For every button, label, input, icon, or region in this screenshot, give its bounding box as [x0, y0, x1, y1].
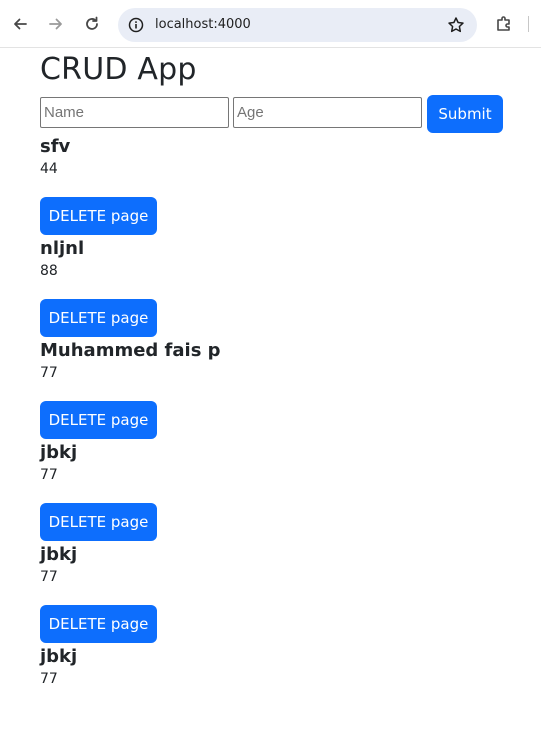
name-input[interactable] [40, 97, 229, 128]
page-title: CRUD App [40, 52, 197, 87]
list-item: jbkj 77 [40, 645, 510, 747]
list-item: nljnl 88 DELETE page [40, 237, 510, 339]
record-age: 88 [40, 263, 58, 279]
browser-toolbar: localhost:4000 [0, 0, 541, 48]
record-name: jbkj [40, 442, 78, 463]
list-item: jbkj 77 DELETE page [40, 543, 510, 645]
record-name: nljnl [40, 238, 85, 259]
record-age: 77 [40, 569, 58, 585]
submit-button[interactable]: Submit [427, 95, 503, 133]
delete-button[interactable]: DELETE page [40, 299, 157, 337]
site-info-icon[interactable] [127, 16, 145, 34]
record-name: sfv [40, 136, 71, 157]
url-text[interactable]: localhost:4000 [155, 17, 251, 32]
list-item: Muhammed fais p 77 DELETE page [40, 339, 510, 441]
toolbar-divider [528, 16, 529, 32]
record-name: Muhammed fais p [40, 340, 221, 361]
reload-icon[interactable] [78, 10, 106, 38]
record-age: 77 [40, 365, 58, 381]
forward-arrow-icon[interactable] [42, 10, 70, 38]
record-age: 44 [40, 161, 58, 177]
list-item: sfv 44 DELETE page [40, 135, 510, 237]
delete-button[interactable]: DELETE page [40, 503, 157, 541]
list-item: jbkj 77 DELETE page [40, 441, 510, 543]
bookmark-star-icon[interactable] [447, 16, 465, 34]
back-arrow-icon[interactable] [6, 10, 34, 38]
delete-button[interactable]: DELETE page [40, 401, 157, 439]
record-age: 77 [40, 467, 58, 483]
extensions-icon[interactable] [490, 10, 518, 38]
record-list: sfv 44 DELETE page nljnl 88 DELETE page … [40, 135, 510, 747]
age-input[interactable] [233, 97, 422, 128]
record-name: jbkj [40, 646, 78, 667]
delete-button[interactable]: DELETE page [40, 197, 157, 235]
address-bar[interactable]: localhost:4000 [118, 8, 477, 42]
delete-button[interactable]: DELETE page [40, 605, 157, 643]
add-record-form: Submit [40, 95, 510, 133]
record-age: 77 [40, 671, 58, 687]
record-name: jbkj [40, 544, 78, 565]
